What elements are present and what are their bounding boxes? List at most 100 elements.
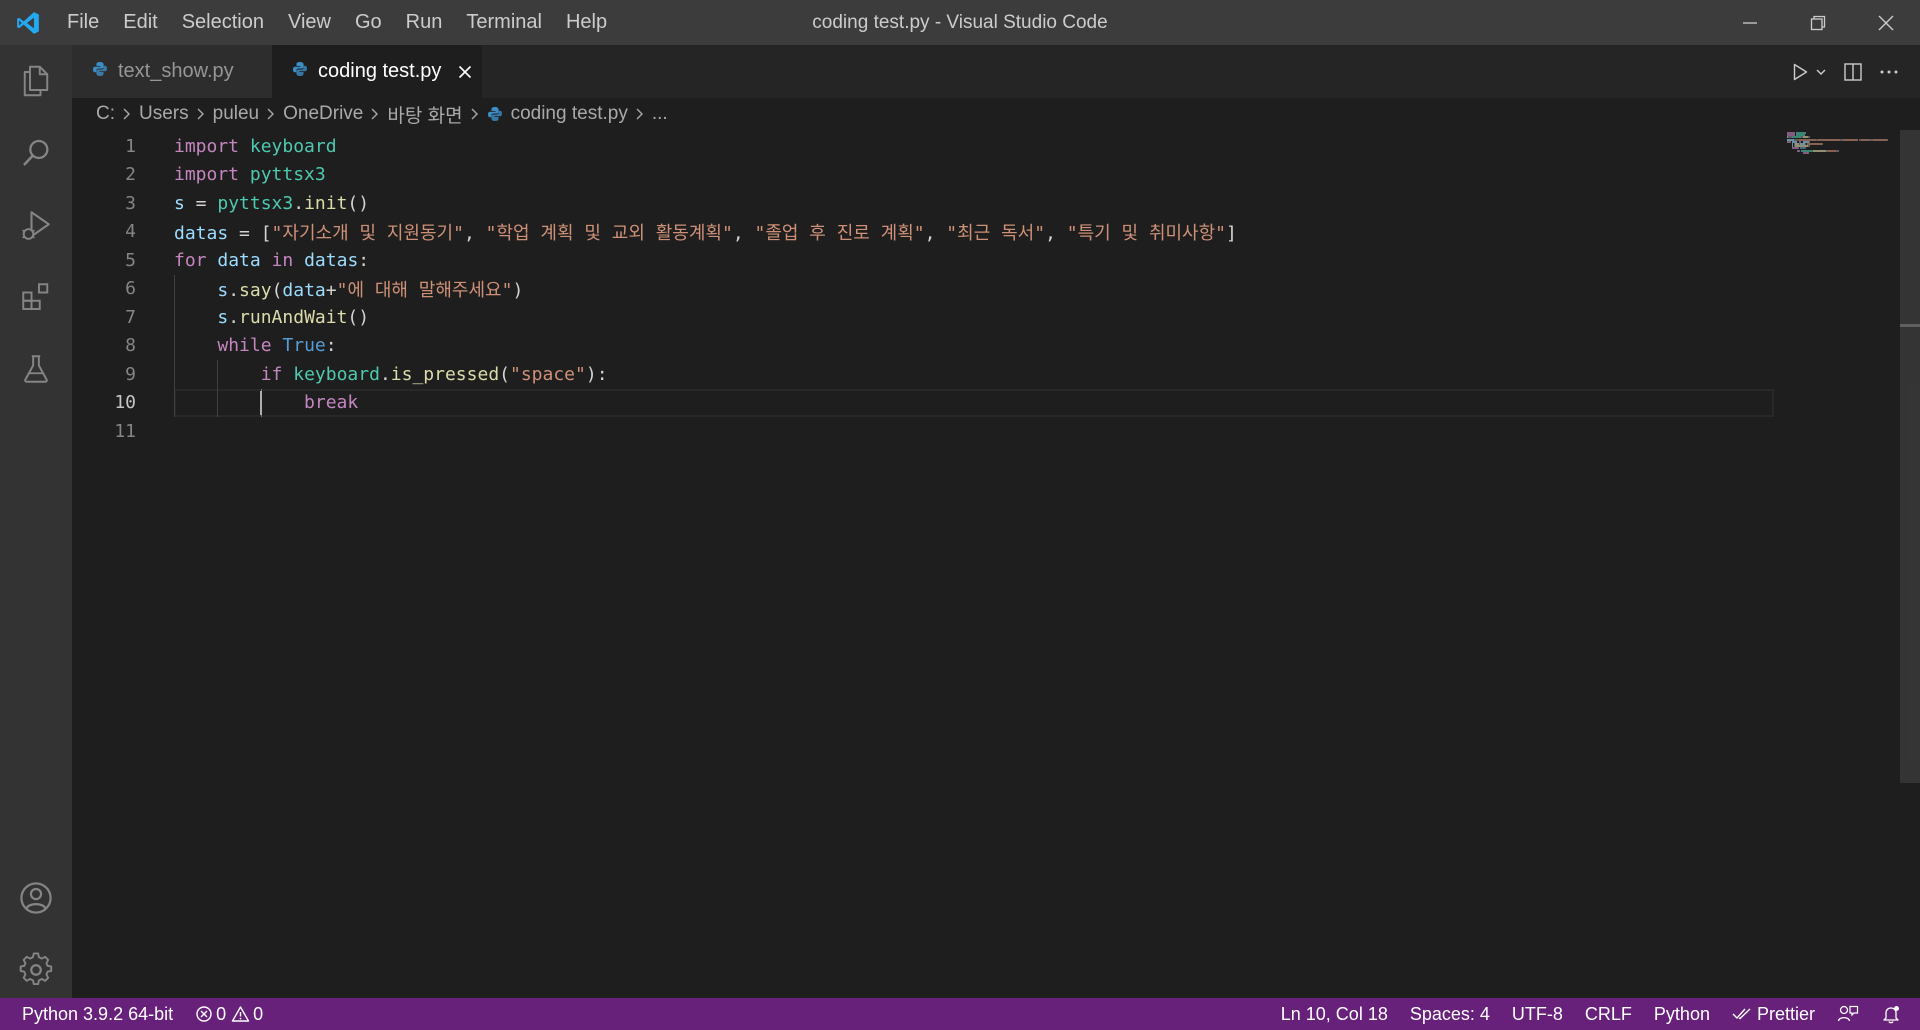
code-token: for bbox=[174, 249, 207, 271]
code-token: : bbox=[358, 249, 370, 271]
restore-button[interactable] bbox=[1784, 0, 1852, 45]
code-line[interactable]: 4 datas = ["자기소개 및 지원동기", "학업 계획 및 교외 활동계… bbox=[72, 218, 1772, 247]
manage-gear-icon[interactable] bbox=[0, 934, 72, 1006]
breadcrumb-item[interactable]: 바탕 화면 bbox=[387, 101, 462, 128]
code-line[interactable]: 7 s.runAndWait() bbox=[72, 303, 1772, 332]
explorer-icon[interactable] bbox=[0, 45, 72, 117]
menu-selection[interactable]: Selection bbox=[170, 0, 276, 45]
breadcrumb-item[interactable]: OneDrive bbox=[283, 103, 363, 125]
code-line[interactable]: 1 import keyboard bbox=[72, 132, 1772, 161]
code-token: data bbox=[282, 279, 326, 301]
python-file-icon bbox=[292, 60, 308, 83]
minimize-button[interactable] bbox=[1716, 0, 1784, 45]
tab-text-show-py[interactable]: text_show.py bbox=[72, 45, 272, 98]
language-mode-status[interactable]: Python bbox=[1643, 998, 1721, 1030]
line-number: 6 bbox=[125, 278, 136, 300]
code-line[interactable]: 8 while True: bbox=[72, 332, 1772, 361]
cursor-position-status[interactable]: Ln 10, Col 18 bbox=[1270, 998, 1399, 1030]
line-number: 7 bbox=[125, 306, 136, 328]
code-token: ( bbox=[271, 279, 283, 301]
eol-status[interactable]: CRLF bbox=[1574, 998, 1643, 1030]
warning-count: 0 bbox=[253, 1003, 264, 1024]
more-actions-button[interactable] bbox=[1878, 57, 1900, 87]
chevron-right-icon bbox=[265, 107, 277, 121]
close-tab-icon[interactable] bbox=[455, 62, 475, 82]
menu-run[interactable]: Run bbox=[394, 0, 455, 45]
minimap-token bbox=[1797, 149, 1800, 152]
split-editor-button[interactable] bbox=[1842, 57, 1864, 87]
line-number: 9 bbox=[125, 363, 136, 385]
testing-icon[interactable] bbox=[0, 333, 72, 405]
breadcrumb-file[interactable]: coding test.py bbox=[487, 103, 628, 125]
run-debug-icon[interactable] bbox=[0, 189, 72, 261]
code-token: datas bbox=[174, 222, 229, 244]
status-bar: Python 3.9.2 64-bit 0 0 Ln 10, Col 18 Sp… bbox=[0, 998, 1920, 1030]
code-line[interactable]: 5 for data in datas: bbox=[72, 246, 1772, 275]
encoding-status[interactable]: UTF-8 bbox=[1501, 998, 1574, 1030]
ellipsis-icon bbox=[1880, 70, 1898, 73]
tab-label: coding test.py bbox=[318, 60, 442, 82]
run-python-file-button[interactable] bbox=[1790, 57, 1828, 87]
line-number: 3 bbox=[125, 192, 136, 214]
code-token: s bbox=[217, 279, 229, 301]
code-editor[interactable]: 1 import keyboard 2 import pyttsx3 3 s = pytt… bbox=[72, 130, 1902, 998]
breadcrumb-item[interactable]: puleu bbox=[213, 103, 260, 125]
tab-coding-test-py[interactable]: coding test.py bbox=[272, 45, 482, 98]
breadcrumb-item[interactable]: Users bbox=[139, 103, 189, 125]
code-line[interactable]: 9 if keyboard.is_pressed("space"): bbox=[72, 360, 1772, 389]
text-cursor bbox=[259, 390, 262, 415]
activity-bar bbox=[0, 45, 72, 998]
breadcrumb-item[interactable]: C: bbox=[96, 103, 115, 125]
menu-go[interactable]: Go bbox=[343, 0, 394, 45]
menu-terminal[interactable]: Terminal bbox=[454, 0, 554, 45]
chevron-right-icon bbox=[469, 107, 481, 121]
extensions-icon[interactable] bbox=[0, 261, 72, 333]
indentation-status[interactable]: Spaces: 4 bbox=[1399, 998, 1501, 1030]
code-line[interactable]: 3 s = pyttsx3.init() bbox=[72, 189, 1772, 218]
notifications-button[interactable] bbox=[1870, 998, 1912, 1030]
menu-help[interactable]: Help bbox=[554, 0, 619, 45]
accounts-icon[interactable] bbox=[0, 862, 72, 934]
code-token: "졸업 후 진로 계획" bbox=[754, 222, 925, 244]
code-token: : bbox=[325, 335, 337, 357]
code-token: "space" bbox=[510, 363, 586, 385]
code-text: datas = ["자기소개 및 지원동기", "학업 계획 및 교외 활동계획… bbox=[174, 219, 1237, 245]
close-window-button[interactable] bbox=[1852, 0, 1920, 45]
code-token: () bbox=[347, 192, 370, 214]
chevron-right-icon bbox=[195, 107, 207, 121]
code-text: import keyboard bbox=[174, 136, 337, 157]
minimap[interactable] bbox=[1785, 130, 1900, 998]
code-token: , bbox=[463, 222, 486, 244]
code-token: "최근 독서" bbox=[946, 222, 1046, 244]
breadcrumb-symbols[interactable]: ... bbox=[652, 103, 668, 125]
code-line[interactable]: 10 break bbox=[72, 388, 1774, 417]
vertical-scrollbar-thumb[interactable] bbox=[1900, 130, 1920, 783]
problems-status[interactable]: 0 0 bbox=[184, 998, 274, 1030]
menu-edit[interactable]: Edit bbox=[111, 0, 169, 45]
feedback-icon bbox=[1837, 1005, 1859, 1022]
minimize-icon bbox=[1743, 21, 1757, 24]
menu-file[interactable]: File bbox=[55, 0, 111, 45]
code-token: say bbox=[239, 279, 272, 301]
chevron-down-icon bbox=[1816, 69, 1826, 75]
menu-view[interactable]: View bbox=[276, 0, 343, 45]
code-token: , bbox=[732, 222, 755, 244]
code-line[interactable]: 6 s.say(data+"에 대해 말해주세요") bbox=[72, 275, 1772, 304]
code-text: s.runAndWait() bbox=[174, 307, 369, 328]
search-icon[interactable] bbox=[0, 117, 72, 189]
split-editor-icon bbox=[1844, 62, 1862, 81]
code-token: "에 대해 말해주세요" bbox=[336, 279, 513, 301]
feedback-button[interactable] bbox=[1826, 998, 1870, 1030]
code-token: + bbox=[325, 279, 337, 301]
restore-icon bbox=[1810, 15, 1826, 30]
tab-bar: text_show.py coding test.py bbox=[72, 45, 1920, 98]
code-token: s bbox=[174, 192, 185, 214]
code-line[interactable]: 2 import pyttsx3 bbox=[72, 161, 1772, 190]
code-token: import bbox=[174, 135, 240, 157]
vscode-logo-icon bbox=[0, 0, 55, 45]
code-line[interactable]: 11 bbox=[72, 417, 1772, 446]
prettier-status[interactable]: Prettier bbox=[1721, 998, 1826, 1030]
python-interpreter-status[interactable]: Python 3.9.2 64-bit bbox=[11, 998, 184, 1030]
